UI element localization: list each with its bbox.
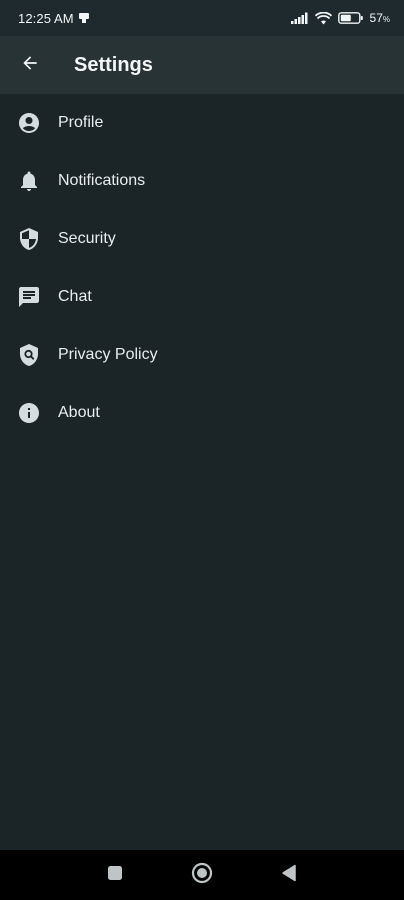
back-button[interactable] bbox=[10, 45, 50, 85]
privacy-shield-icon bbox=[17, 343, 41, 367]
app-bar: Settings bbox=[0, 36, 404, 94]
square-icon bbox=[107, 865, 123, 886]
arrow-back-icon bbox=[20, 53, 40, 78]
system-nav-bar bbox=[0, 850, 404, 900]
notification-icon bbox=[78, 12, 90, 24]
status-bar: 12:25 AM 57% bbox=[0, 0, 404, 36]
status-time: 12:25 AM bbox=[18, 10, 74, 26]
settings-item-profile[interactable]: Profile bbox=[0, 94, 404, 152]
settings-item-label: Profile bbox=[58, 114, 104, 131]
system-back-button[interactable] bbox=[277, 863, 301, 887]
account-circle-icon bbox=[17, 111, 41, 135]
signal-icon bbox=[290, 12, 309, 24]
settings-item-label: About bbox=[58, 404, 100, 421]
settings-item-label: Chat bbox=[58, 288, 92, 305]
settings-item-label: Notifications bbox=[58, 172, 146, 189]
settings-item-privacy-policy[interactable]: Privacy Policy bbox=[0, 326, 404, 384]
home-button[interactable] bbox=[190, 862, 214, 889]
status-right: 57% bbox=[290, 11, 390, 25]
status-left: 12:25 AM bbox=[18, 11, 90, 26]
info-icon bbox=[17, 401, 41, 425]
recents-button[interactable] bbox=[103, 863, 127, 887]
triangle-back-icon bbox=[281, 864, 297, 887]
settings-list: Profile Notifications Security Chat Priv… bbox=[0, 94, 404, 442]
settings-item-label: Privacy Policy bbox=[58, 346, 158, 363]
battery-icon bbox=[337, 12, 364, 24]
chat-icon bbox=[17, 285, 41, 309]
settings-item-notifications[interactable]: Notifications bbox=[0, 152, 404, 210]
shield-icon bbox=[17, 227, 41, 251]
settings-item-security[interactable]: Security bbox=[0, 210, 404, 268]
bell-icon bbox=[17, 169, 41, 193]
settings-screen: 12:25 AM 57% Settings Profile Notificati… bbox=[0, 0, 404, 900]
battery-percent: 57% bbox=[369, 11, 390, 25]
circle-icon bbox=[191, 862, 213, 889]
settings-item-about[interactable]: About bbox=[0, 384, 404, 442]
page-title: Settings bbox=[74, 53, 153, 76]
settings-item-chat[interactable]: Chat bbox=[0, 268, 404, 326]
settings-item-label: Security bbox=[58, 230, 116, 247]
wifi-icon bbox=[314, 11, 332, 25]
